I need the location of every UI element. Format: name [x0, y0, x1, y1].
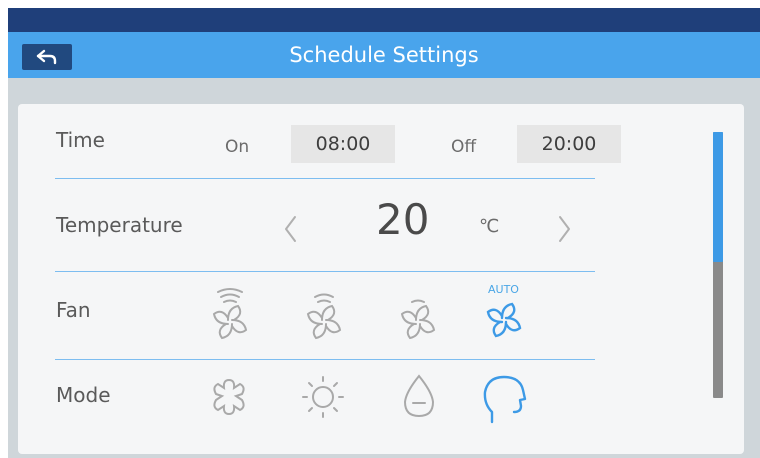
on-label: On	[225, 137, 250, 157]
fan-medium-icon	[306, 293, 342, 340]
fan-low-button[interactable]	[398, 284, 438, 346]
fan-label: Fan	[56, 298, 91, 322]
fan-high-button[interactable]	[210, 284, 250, 346]
temperature-value: 20	[376, 195, 430, 244]
chevron-right-icon	[559, 216, 570, 242]
temperature-label: Temperature	[56, 213, 183, 237]
fan-medium-button[interactable]	[304, 284, 344, 346]
scrollbar-thumb[interactable]	[713, 132, 723, 262]
dry-icon	[403, 374, 435, 418]
page-title: Schedule Settings	[289, 43, 479, 67]
fan-high-icon	[212, 288, 248, 340]
temperature-decrease-button[interactable]	[283, 213, 299, 249]
top-strip	[8, 8, 760, 32]
fan-auto-icon	[486, 302, 522, 338]
cool-icon	[213, 378, 245, 416]
mode-auto-button[interactable]	[478, 372, 530, 428]
auto-mode-icon	[483, 375, 527, 424]
mode-cool-button[interactable]	[206, 374, 252, 424]
header-bar: Schedule Settings	[8, 32, 760, 78]
settings-panel: Time On 08:00 Off 20:00 Temperature 20 ℃…	[18, 104, 744, 454]
divider	[55, 359, 595, 360]
on-time-field[interactable]: 08:00	[291, 125, 395, 163]
temperature-unit: ℃	[479, 216, 500, 237]
temperature-increase-button[interactable]	[556, 213, 572, 249]
time-label: Time	[56, 128, 105, 152]
mode-heat-button[interactable]	[300, 374, 346, 424]
heat-icon	[302, 376, 344, 418]
mode-label: Mode	[56, 383, 111, 407]
divider	[55, 271, 595, 272]
fan-auto-button[interactable]	[484, 294, 524, 346]
mode-dry-button[interactable]	[396, 372, 442, 426]
divider	[55, 178, 595, 179]
off-time-field[interactable]: 20:00	[517, 125, 621, 163]
scrollbar[interactable]	[713, 132, 723, 398]
fan-low-icon	[400, 299, 436, 340]
off-label: Off	[451, 137, 477, 157]
chevron-left-icon	[285, 216, 296, 242]
